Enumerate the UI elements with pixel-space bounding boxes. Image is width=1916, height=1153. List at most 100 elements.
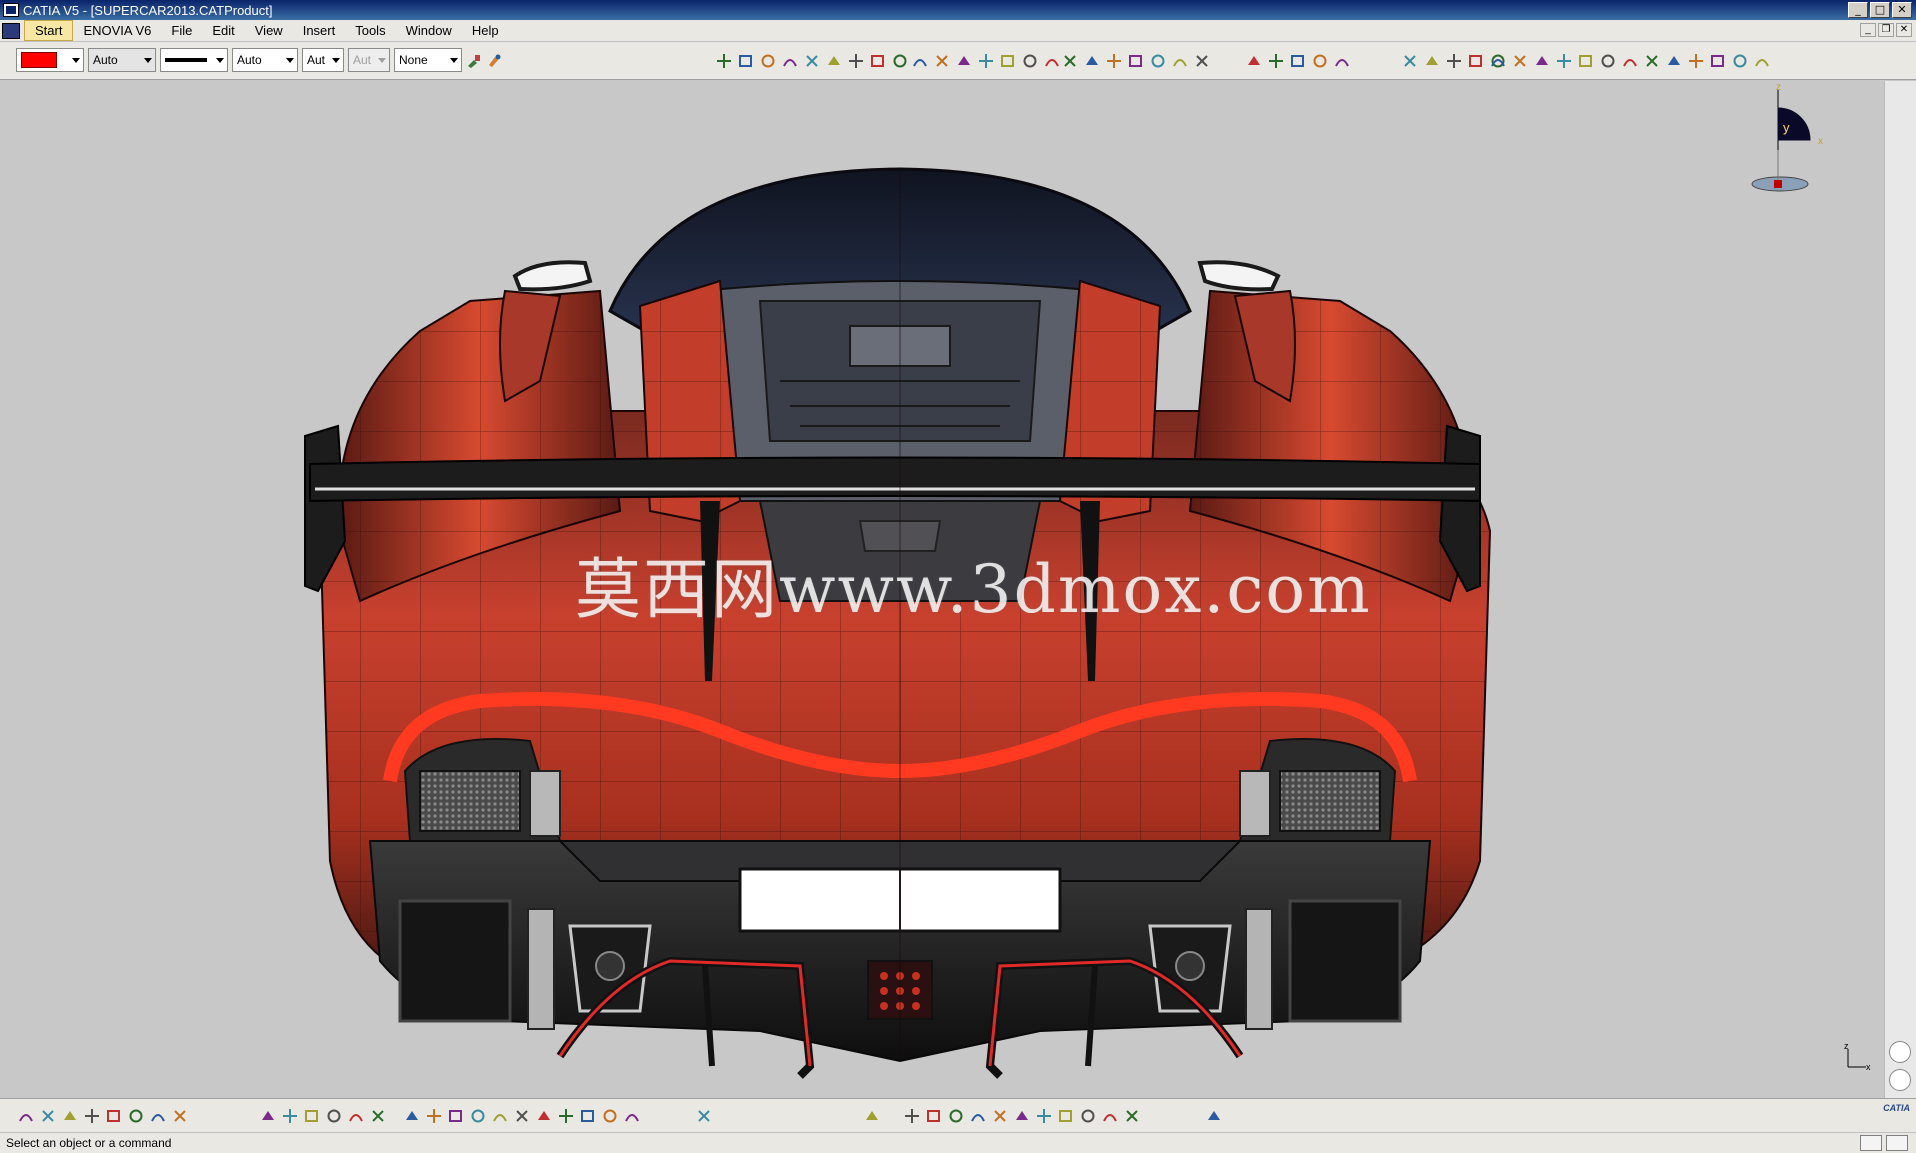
- toolbar-tool-icon-18[interactable]: [1106, 53, 1122, 69]
- toolbar-tool-icon-20[interactable]: [1150, 53, 1166, 69]
- toolbar-tool-icon-25[interactable]: [1290, 53, 1306, 69]
- standard-tool-icon-3[interactable]: [84, 1108, 100, 1124]
- toolbar-tool-icon-29[interactable]: [1424, 53, 1440, 69]
- toolbar-tool-icon-19[interactable]: [1128, 53, 1144, 69]
- standard-tool-icon-15[interactable]: [426, 1108, 442, 1124]
- toolbar-tool-icon-21[interactable]: [1172, 53, 1188, 69]
- standard-tool-icon-30[interactable]: [970, 1108, 986, 1124]
- toolbar-tool-icon-2[interactable]: [760, 53, 776, 69]
- compass-widget[interactable]: y z x: [1750, 82, 1840, 194]
- standard-tool-icon-37[interactable]: [1124, 1108, 1140, 1124]
- standard-tool-icon-1[interactable]: [40, 1108, 56, 1124]
- standard-tool-icon-25[interactable]: [696, 1108, 712, 1124]
- standard-tool-icon-23[interactable]: [602, 1108, 618, 1124]
- line-weight-dropdown[interactable]: Auto: [232, 48, 298, 72]
- document-close-button[interactable]: ✕: [1896, 23, 1912, 37]
- toolbar-tool-icon-37[interactable]: [1578, 53, 1594, 69]
- toolbar-tool-icon-41[interactable]: [1666, 53, 1682, 69]
- standard-tool-icon-4[interactable]: [106, 1108, 122, 1124]
- toolbar-tool-icon-7[interactable]: [870, 53, 886, 69]
- menu-insert[interactable]: Insert: [293, 21, 346, 40]
- standard-tool-icon-32[interactable]: [1014, 1108, 1030, 1124]
- toolbar-tool-icon-34[interactable]: [1512, 53, 1528, 69]
- standard-tool-icon-34[interactable]: [1058, 1108, 1074, 1124]
- standard-tool-icon-36[interactable]: [1102, 1108, 1118, 1124]
- layer-dropdown[interactable]: None: [394, 48, 462, 72]
- standard-tool-icon-28[interactable]: [926, 1108, 942, 1124]
- menu-window[interactable]: Window: [396, 21, 462, 40]
- toolbar-tool-icon-31[interactable]: [1468, 53, 1484, 69]
- toolbar-tool-icon-30[interactable]: [1446, 53, 1462, 69]
- toolbar-tool-icon-5[interactable]: [826, 53, 842, 69]
- standard-tool-icon-33[interactable]: [1036, 1108, 1052, 1124]
- toolbar-tool-icon-44[interactable]: [1732, 53, 1748, 69]
- standard-tool-icon-12[interactable]: [348, 1108, 364, 1124]
- toolbar-tool-icon-17[interactable]: [1084, 53, 1100, 69]
- document-restore-button[interactable]: ❐: [1878, 23, 1894, 37]
- standard-tool-icon-5[interactable]: [128, 1108, 144, 1124]
- standard-tool-icon-31[interactable]: [992, 1108, 1008, 1124]
- toolbar-tool-icon-12[interactable]: [978, 53, 994, 69]
- toolbar-tool-icon-16[interactable]: [1062, 53, 1078, 69]
- standard-tool-icon-22[interactable]: [580, 1108, 596, 1124]
- document-minimize-button[interactable]: _: [1860, 23, 1876, 37]
- standard-tool-icon-26[interactable]: [864, 1108, 880, 1124]
- document-menu-icon[interactable]: [2, 22, 20, 39]
- toolbar-tool-icon-43[interactable]: [1710, 53, 1726, 69]
- toolbar-tool-icon-13[interactable]: [1000, 53, 1016, 69]
- viewport-scrollbar[interactable]: [1884, 81, 1916, 1098]
- menu-help[interactable]: Help: [462, 21, 509, 40]
- toolbar-tool-icon-1[interactable]: [738, 53, 754, 69]
- painter-icon[interactable]: [466, 53, 482, 69]
- toolbar-tool-icon-42[interactable]: [1688, 53, 1704, 69]
- point-type-dropdown[interactable]: Aut: [348, 48, 390, 72]
- toolbar-tool-icon-6[interactable]: [848, 53, 864, 69]
- standard-tool-icon-35[interactable]: [1080, 1108, 1096, 1124]
- format-painter-icon[interactable]: [486, 53, 502, 69]
- menu-enovia[interactable]: ENOVIA V6: [73, 21, 161, 40]
- standard-tool-icon-14[interactable]: [404, 1108, 420, 1124]
- toolbar-tool-icon-9[interactable]: [912, 53, 928, 69]
- standard-tool-icon-19[interactable]: [514, 1108, 530, 1124]
- toolbar-tool-icon-3[interactable]: [782, 53, 798, 69]
- command-input-toggle[interactable]: [1860, 1135, 1882, 1151]
- toolbar-tool-icon-14[interactable]: [1022, 53, 1038, 69]
- menu-edit[interactable]: Edit: [202, 21, 244, 40]
- transparency-dropdown[interactable]: Auto: [88, 48, 156, 72]
- toolbar-tool-icon-8[interactable]: [892, 53, 908, 69]
- standard-tool-icon-0[interactable]: [18, 1108, 34, 1124]
- minimize-button[interactable]: _: [1848, 2, 1868, 18]
- standard-tool-icon-7[interactable]: [172, 1108, 188, 1124]
- close-button[interactable]: ✕: [1892, 2, 1912, 18]
- menu-view[interactable]: View: [245, 21, 293, 40]
- toolbar-tool-icon-35[interactable]: [1534, 53, 1550, 69]
- standard-tool-icon-29[interactable]: [948, 1108, 964, 1124]
- menu-tools[interactable]: Tools: [345, 21, 395, 40]
- standard-tool-icon-16[interactable]: [448, 1108, 464, 1124]
- catia-app-icon[interactable]: [3, 3, 19, 17]
- toolbar-tool-icon-23[interactable]: [1246, 53, 1262, 69]
- standard-tool-icon-6[interactable]: [150, 1108, 166, 1124]
- toolbar-tool-icon-38[interactable]: [1600, 53, 1616, 69]
- toolbar-tool-icon-40[interactable]: [1644, 53, 1660, 69]
- line-thickness-dropdown[interactable]: [160, 48, 228, 72]
- toolbar-tool-icon-28[interactable]: [1402, 53, 1418, 69]
- standard-tool-icon-9[interactable]: [282, 1108, 298, 1124]
- power-input-toggle[interactable]: [1886, 1135, 1908, 1151]
- toolbar-tool-icon-11[interactable]: [956, 53, 972, 69]
- standard-tool-icon-8[interactable]: [260, 1108, 276, 1124]
- fill-color-dropdown[interactable]: [16, 48, 84, 72]
- maximize-button[interactable]: □: [1870, 2, 1890, 18]
- standard-tool-icon-2[interactable]: [62, 1108, 78, 1124]
- standard-tool-icon-10[interactable]: [304, 1108, 320, 1124]
- toolbar-tool-icon-45[interactable]: [1754, 53, 1770, 69]
- toolbar-tool-icon-10[interactable]: [934, 53, 950, 69]
- rotate-view-icon[interactable]: [1889, 1041, 1911, 1063]
- standard-tool-icon-11[interactable]: [326, 1108, 342, 1124]
- 3d-viewport[interactable]: 莫西网www.3dmox.com z x: [0, 81, 1884, 1098]
- toolbar-tool-icon-4[interactable]: [804, 53, 820, 69]
- toolbar-tool-icon-39[interactable]: [1622, 53, 1638, 69]
- standard-tool-icon-27[interactable]: [904, 1108, 920, 1124]
- pan-view-icon[interactable]: [1889, 1069, 1911, 1091]
- toolbar-tool-icon-15[interactable]: [1044, 53, 1060, 69]
